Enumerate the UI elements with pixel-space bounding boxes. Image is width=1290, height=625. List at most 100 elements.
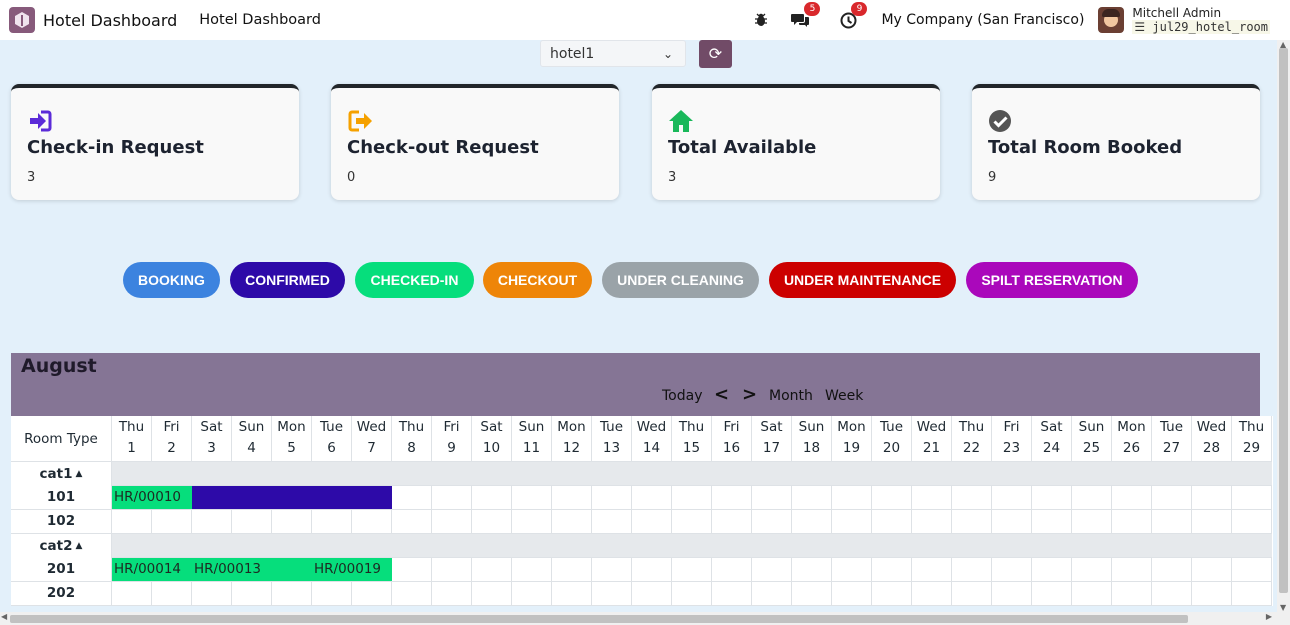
calendar-slot[interactable] bbox=[1072, 510, 1112, 534]
calendar-slot[interactable] bbox=[512, 486, 552, 510]
status-under-maintenance-button[interactable]: UNDER MAINTENANCE bbox=[769, 262, 956, 298]
calendar-slot[interactable] bbox=[1152, 582, 1192, 606]
calendar-slot[interactable] bbox=[952, 486, 992, 510]
calendar-slot[interactable] bbox=[392, 510, 432, 534]
calendar-slot[interactable] bbox=[872, 486, 912, 510]
calendar-slot[interactable] bbox=[1072, 558, 1112, 582]
calendar-slot[interactable] bbox=[592, 510, 632, 534]
calendar-slot[interactable] bbox=[792, 510, 832, 534]
calendar-slot[interactable] bbox=[632, 582, 672, 606]
calendar-slot[interactable] bbox=[872, 510, 912, 534]
calendar-slot[interactable] bbox=[1152, 558, 1192, 582]
calendar-slot[interactable] bbox=[392, 582, 432, 606]
calendar-slot[interactable] bbox=[552, 582, 592, 606]
refresh-button[interactable]: ⟳ bbox=[699, 40, 732, 68]
company-switcher[interactable]: My Company (San Francisco) bbox=[881, 12, 1084, 28]
booking-bar[interactable]: HR/00014 bbox=[112, 558, 192, 581]
booking-bar[interactable] bbox=[192, 486, 392, 509]
scroll-right-icon[interactable]: ▶ bbox=[1266, 612, 1272, 621]
calendar-slot[interactable] bbox=[1192, 486, 1232, 510]
caret-up-icon[interactable]: ▲ bbox=[76, 541, 83, 551]
calendar-slot[interactable] bbox=[912, 510, 952, 534]
calendar-slot[interactable] bbox=[272, 582, 312, 606]
caret-up-icon[interactable]: ▲ bbox=[76, 469, 83, 479]
calendar-slot[interactable] bbox=[472, 558, 512, 582]
status-checked-in-button[interactable]: CHECKED-IN bbox=[355, 262, 474, 298]
calendar-slot[interactable] bbox=[1192, 582, 1232, 606]
calendar-slot[interactable] bbox=[952, 510, 992, 534]
card-checkout-request[interactable]: Check-out Request 0 bbox=[331, 84, 619, 200]
calendar-slot[interactable] bbox=[632, 486, 672, 510]
calendar-slot[interactable] bbox=[352, 582, 392, 606]
user-menu[interactable]: Mitchell Admin ☰ jul29_hotel_room bbox=[1132, 6, 1270, 34]
calendar-slot[interactable] bbox=[752, 558, 792, 582]
calendar-slot[interactable] bbox=[632, 558, 672, 582]
next-month-button[interactable]: > bbox=[742, 384, 757, 405]
booking-bar[interactable]: HR/00019 bbox=[312, 558, 392, 581]
calendar-slot[interactable] bbox=[672, 558, 712, 582]
calendar-slot[interactable] bbox=[152, 582, 192, 606]
calendar-slot[interactable] bbox=[1032, 486, 1072, 510]
calendar-slot[interactable] bbox=[152, 510, 192, 534]
calendar-slot[interactable] bbox=[952, 582, 992, 606]
status-split-reservation-button[interactable]: SPILT RESERVATION bbox=[966, 262, 1138, 298]
status-checkout-button[interactable]: CHECKOUT bbox=[483, 262, 592, 298]
calendar-slot[interactable] bbox=[792, 558, 832, 582]
status-under-cleaning-button[interactable]: UNDER CLEANING bbox=[602, 262, 759, 298]
calendar-slot[interactable] bbox=[952, 558, 992, 582]
calendar-slot[interactable] bbox=[192, 510, 232, 534]
calendar-slot[interactable] bbox=[1032, 558, 1072, 582]
calendar-slot[interactable] bbox=[512, 582, 552, 606]
calendar-slot[interactable] bbox=[712, 486, 752, 510]
calendar-slot[interactable] bbox=[312, 510, 352, 534]
calendar-slot[interactable] bbox=[592, 486, 632, 510]
booking-bar[interactable]: HR/00010 bbox=[112, 486, 192, 509]
prev-month-button[interactable]: < bbox=[714, 384, 729, 405]
scroll-down-icon[interactable]: ▼ bbox=[1280, 603, 1286, 612]
calendar-slot[interactable] bbox=[1112, 510, 1152, 534]
calendar-slot[interactable] bbox=[472, 582, 512, 606]
week-view-button[interactable]: Week bbox=[825, 388, 863, 404]
calendar-slot[interactable] bbox=[912, 558, 952, 582]
calendar-slot[interactable] bbox=[912, 582, 952, 606]
calendar-slot[interactable] bbox=[352, 510, 392, 534]
calendar-slot[interactable] bbox=[992, 582, 1032, 606]
calendar-slot[interactable] bbox=[712, 510, 752, 534]
card-total-available[interactable]: Total Available 3 bbox=[652, 84, 940, 200]
calendar-slot[interactable] bbox=[552, 558, 592, 582]
calendar-slot[interactable] bbox=[832, 558, 872, 582]
today-button[interactable]: Today bbox=[662, 388, 703, 404]
calendar-slot[interactable] bbox=[432, 486, 472, 510]
app-name[interactable]: Hotel Dashboard bbox=[43, 11, 177, 30]
activity-clock-icon[interactable]: 9 bbox=[840, 1, 868, 29]
calendar-slot[interactable] bbox=[992, 510, 1032, 534]
calendar-slot[interactable] bbox=[752, 486, 792, 510]
calendar-slot[interactable] bbox=[432, 582, 472, 606]
scroll-left-icon[interactable]: ◀ bbox=[1, 612, 7, 621]
card-checkin-request[interactable]: Check-in Request 3 bbox=[11, 84, 299, 200]
calendar-slot[interactable] bbox=[832, 486, 872, 510]
bug-icon[interactable] bbox=[754, 13, 768, 27]
calendar-slot[interactable] bbox=[232, 510, 272, 534]
calendar-slot[interactable] bbox=[1032, 582, 1072, 606]
calendar-slot[interactable] bbox=[1232, 558, 1272, 582]
calendar-slot[interactable] bbox=[752, 582, 792, 606]
horizontal-scrollbar[interactable]: ◀ ▶ bbox=[0, 612, 1290, 625]
calendar-slot[interactable] bbox=[512, 510, 552, 534]
calendar-slot[interactable] bbox=[712, 582, 752, 606]
calendar-slot[interactable] bbox=[1192, 510, 1232, 534]
menu-item-hotel-dashboard[interactable]: Hotel Dashboard bbox=[199, 12, 321, 28]
calendar-slot[interactable] bbox=[552, 510, 592, 534]
user-avatar[interactable] bbox=[1098, 7, 1125, 33]
calendar-slot[interactable] bbox=[112, 510, 152, 534]
calendar-slot[interactable] bbox=[832, 510, 872, 534]
category-label[interactable]: cat2 ▲ bbox=[11, 534, 112, 558]
calendar-slot[interactable] bbox=[592, 558, 632, 582]
calendar-slot[interactable] bbox=[1232, 510, 1272, 534]
category-row[interactable]: cat2 ▲ bbox=[11, 534, 1272, 558]
calendar-slot[interactable] bbox=[792, 582, 832, 606]
category-row[interactable]: cat1 ▲ bbox=[11, 462, 1272, 486]
calendar-slot[interactable] bbox=[192, 582, 232, 606]
calendar-slot[interactable] bbox=[752, 510, 792, 534]
calendar-slot[interactable] bbox=[472, 510, 512, 534]
